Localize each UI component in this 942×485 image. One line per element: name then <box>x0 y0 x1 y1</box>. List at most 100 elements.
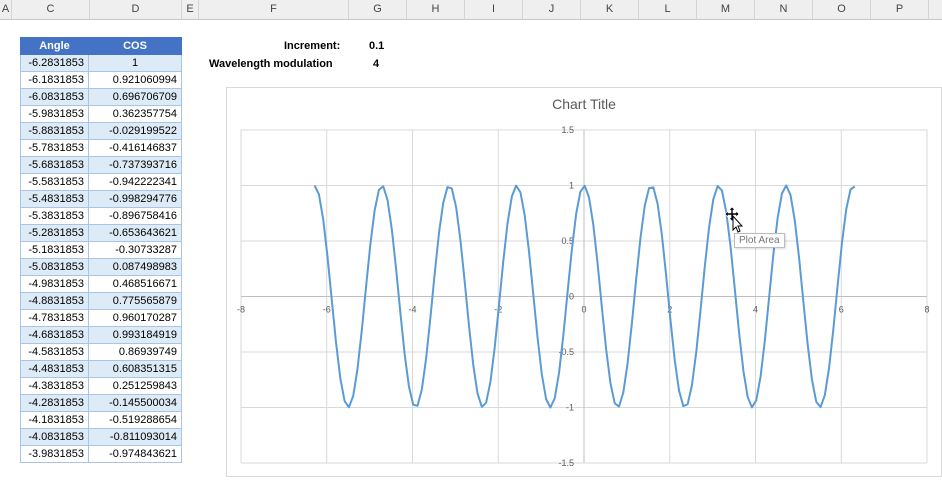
cos-cell[interactable]: 1 <box>88 54 182 72</box>
column-header-j[interactable]: J <box>523 0 581 19</box>
cos-cell[interactable]: 0.251259843 <box>88 377 182 395</box>
angle-cell[interactable]: -3.9831853 <box>20 445 89 463</box>
cos-cell[interactable]: 0.921060994 <box>88 71 182 89</box>
table-row: -5.0831853 0.087498983 <box>20 258 182 276</box>
column-header-bar: A C D E F G H I J K L M N O P <box>0 0 942 20</box>
cos-cell[interactable]: -0.896758416 <box>88 207 182 225</box>
angle-cell[interactable]: -4.8831853 <box>20 292 89 310</box>
x-tick-label: 0 <box>581 305 586 315</box>
column-header-i[interactable]: I <box>465 0 523 19</box>
angle-cell[interactable]: -4.1831853 <box>20 411 89 429</box>
angle-cell[interactable]: -4.7831853 <box>20 309 89 327</box>
column-header-o[interactable]: O <box>813 0 871 19</box>
table-row: -6.1831853 0.921060994 <box>20 71 182 89</box>
cos-cell[interactable]: 0.362357754 <box>88 105 182 123</box>
angle-cell[interactable]: -4.6831853 <box>20 326 89 344</box>
table-row: -4.8831853 0.775565879 <box>20 292 182 310</box>
angle-cell[interactable]: -5.9831853 <box>20 105 89 123</box>
table-row: -6.2831853 1 <box>20 54 182 72</box>
column-header-g[interactable]: G <box>349 0 407 19</box>
plot-svg[interactable]: -8 -6 -4 -2 0 2 4 6 8-1.5-1-0.500.511.5 <box>227 88 941 476</box>
column-header-m[interactable]: M <box>697 0 755 19</box>
cos-cell[interactable]: -0.998294776 <box>88 190 182 208</box>
table-row: -5.3831853 -0.896758416 <box>20 207 182 225</box>
cos-cell[interactable]: -0.811093014 <box>88 428 182 446</box>
angle-cell[interactable]: -6.1831853 <box>20 71 89 89</box>
table-row: -5.9831853 0.362357754 <box>20 105 182 123</box>
table-row: -5.5831853 -0.942222341 <box>20 173 182 191</box>
y-tick-label: 1.5 <box>561 125 574 135</box>
wavelength-label[interactable]: Wavelength modulation <box>209 58 333 70</box>
cos-cell[interactable]: 0.696706709 <box>88 88 182 106</box>
table-row: -6.0831853 0.696706709 <box>20 88 182 106</box>
table-row: -4.2831853 -0.145500034 <box>20 394 182 412</box>
cos-cell[interactable]: 0.468516671 <box>88 275 182 293</box>
plot-area-tooltip: Plot Area <box>734 233 785 248</box>
angle-cell[interactable]: -4.9831853 <box>20 275 89 293</box>
cos-cell[interactable]: -0.416146837 <box>88 139 182 157</box>
table-row: -5.8831853 -0.029199522 <box>20 122 182 140</box>
angle-cell[interactable]: -5.3831853 <box>20 207 89 225</box>
cos-cell[interactable]: -0.737393716 <box>88 156 182 174</box>
cos-cell[interactable]: 0.993184919 <box>88 326 182 344</box>
angle-cell[interactable]: -4.0831853 <box>20 428 89 446</box>
column-header-l[interactable]: L <box>639 0 697 19</box>
angle-cell[interactable]: -5.2831853 <box>20 224 89 242</box>
x-tick-label: 4 <box>753 305 758 315</box>
column-header-h[interactable]: H <box>407 0 465 19</box>
wavelength-value[interactable]: 4 <box>373 58 379 70</box>
column-header-d[interactable]: D <box>90 0 182 19</box>
cos-cell[interactable]: -0.519288654 <box>88 411 182 429</box>
angle-cell[interactable]: -4.5831853 <box>20 343 89 361</box>
y-tick-label: -1 <box>566 403 574 413</box>
increment-value[interactable]: 0.1 <box>369 40 384 52</box>
table-header-cos[interactable]: COS <box>88 37 182 55</box>
table-row: -5.4831853 -0.998294776 <box>20 190 182 208</box>
cos-cell[interactable]: -0.942222341 <box>88 173 182 191</box>
column-header-e[interactable]: E <box>182 0 199 19</box>
column-header-p[interactable]: P <box>871 0 929 19</box>
column-header-n[interactable]: N <box>755 0 813 19</box>
table-row: -5.2831853 -0.653643621 <box>20 224 182 242</box>
angle-cell[interactable]: -5.6831853 <box>20 156 89 174</box>
table-row: -5.6831853 -0.737393716 <box>20 156 182 174</box>
angle-cell[interactable]: -5.5831853 <box>20 173 89 191</box>
x-tick-label: 6 <box>839 305 844 315</box>
column-header-c[interactable]: C <box>12 0 90 19</box>
table-header-angle[interactable]: Angle <box>20 37 89 55</box>
x-tick-label: -4 <box>408 305 416 315</box>
angle-cell[interactable]: -5.7831853 <box>20 139 89 157</box>
y-tick-label: 1 <box>569 181 574 191</box>
table-row: -4.9831853 0.468516671 <box>20 275 182 293</box>
cos-cell[interactable]: -0.974843621 <box>88 445 182 463</box>
angle-cell[interactable]: -5.0831853 <box>20 258 89 276</box>
cos-cell[interactable]: 0.608351315 <box>88 360 182 378</box>
angle-cell[interactable]: -5.4831853 <box>20 190 89 208</box>
column-header-f[interactable]: F <box>199 0 349 19</box>
angle-cell[interactable]: -5.1831853 <box>20 241 89 259</box>
table-row: -4.4831853 0.608351315 <box>20 360 182 378</box>
chart-area[interactable]: Chart Title -8 -6 -4 -2 0 2 4 6 8 -1.5 -1 -0.5 0 0.5 1… <box>226 87 942 477</box>
cos-cell[interactable]: 0.087498983 <box>88 258 182 276</box>
cos-cell[interactable]: 0.775565879 <box>88 292 182 310</box>
angle-cell[interactable]: -6.0831853 <box>20 88 89 106</box>
column-header-a[interactable]: A <box>0 0 12 19</box>
cos-cell[interactable]: 0.86939749 <box>88 343 182 361</box>
cos-cell[interactable]: -0.145500034 <box>88 394 182 412</box>
x-tick-label: 8 <box>924 305 929 315</box>
angle-cell[interactable]: -4.4831853 <box>20 360 89 378</box>
angle-cell[interactable]: -4.3831853 <box>20 377 89 395</box>
table-row: -4.1831853 -0.519288654 <box>20 411 182 429</box>
increment-label[interactable]: Increment: <box>284 40 340 52</box>
angle-cell[interactable]: -5.8831853 <box>20 122 89 140</box>
cos-cell[interactable]: -0.653643621 <box>88 224 182 242</box>
y-tick-label: -1.5 <box>558 458 574 468</box>
column-header-k[interactable]: K <box>581 0 639 19</box>
cos-cell[interactable]: -0.029199522 <box>88 122 182 140</box>
table-row: -4.5831853 0.86939749 <box>20 343 182 361</box>
cos-cell[interactable]: 0.960170287 <box>88 309 182 327</box>
table-body: -6.2831853 1 -6.1831853 0.921060994 -6.08318… <box>20 54 182 463</box>
cos-cell[interactable]: -0.30733287 <box>88 241 182 259</box>
angle-cell[interactable]: -6.2831853 <box>20 54 89 72</box>
angle-cell[interactable]: -4.2831853 <box>20 394 89 412</box>
